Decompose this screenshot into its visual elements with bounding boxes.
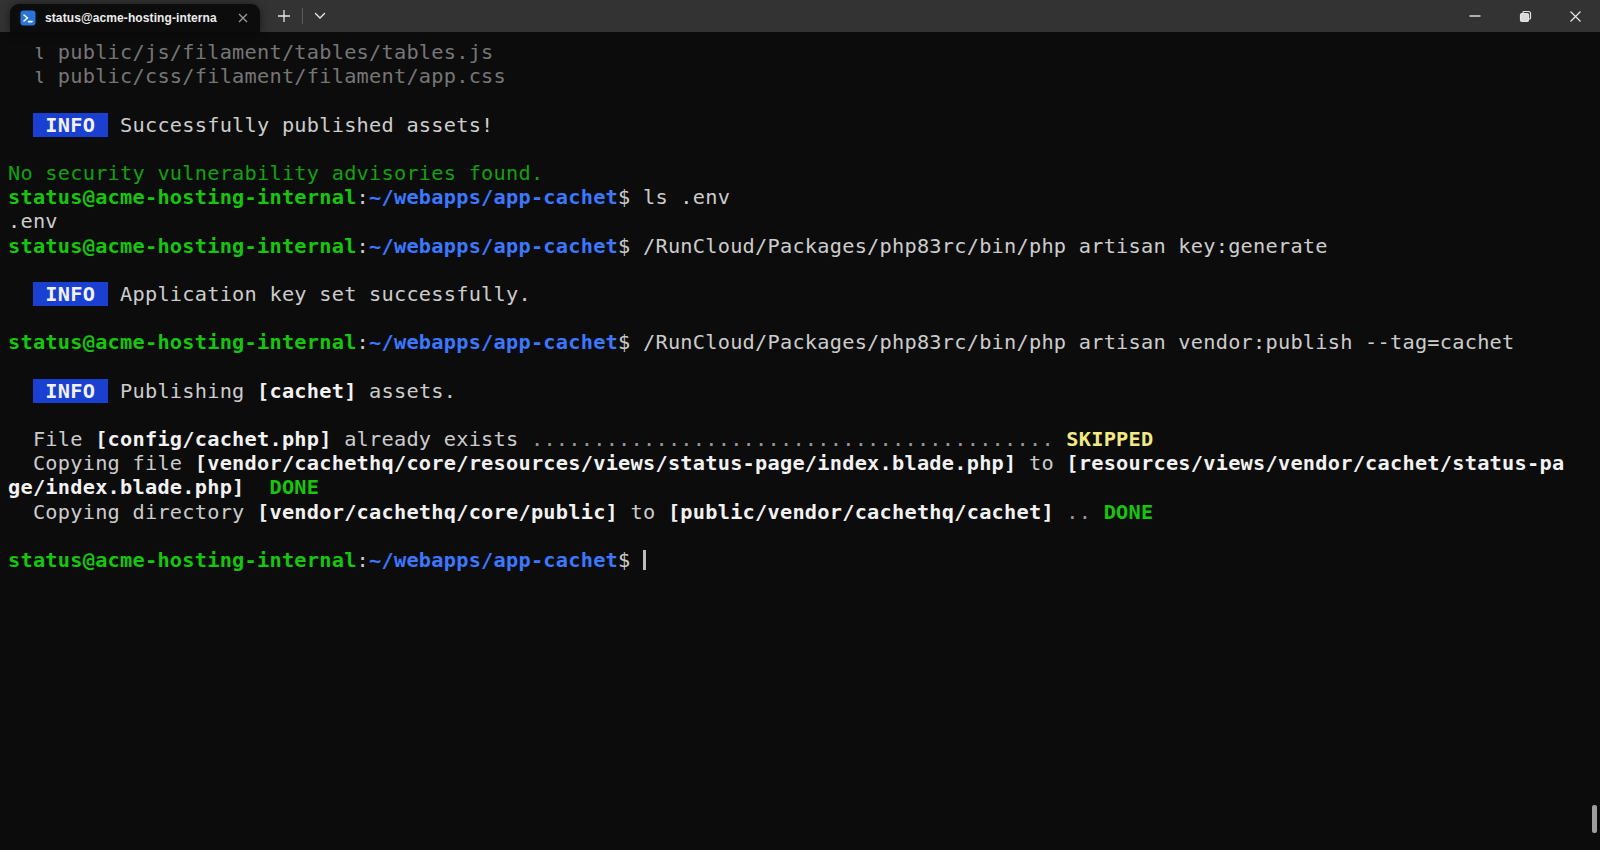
- info-badge: INFO: [33, 282, 108, 306]
- terminal-line: Copying file [vendor/cachethq/core/resou…: [8, 451, 1600, 475]
- terminal-text: $: [618, 548, 643, 572]
- tab-active[interactable]: status@acme-hosting-interna: [10, 4, 260, 32]
- terminal-text: [config/cachet.php]: [95, 427, 332, 451]
- terminal-text: [1054, 427, 1066, 451]
- titlebar: status@acme-hosting-interna: [0, 0, 1600, 32]
- terminal-line: status@acme-hosting-internal:~/webapps/a…: [8, 548, 1600, 572]
- terminal-text: [resources/views/vendor/cachet/status-pa: [1066, 451, 1564, 475]
- terminal-line: ge/index.blade.php] DONE: [8, 475, 1600, 499]
- terminal-text: [8, 113, 33, 137]
- terminal-line: INFO Publishing [cachet] assets.: [8, 379, 1600, 403]
- terminal-text: [1091, 500, 1103, 524]
- terminal-text: ~/webapps/app-cachet: [369, 548, 618, 572]
- terminal-text: :: [357, 548, 369, 572]
- terminal-text: No security vulnerability advisories fou…: [8, 161, 543, 185]
- info-badge: INFO: [33, 379, 108, 403]
- terminal-text: Copying directory: [8, 500, 257, 524]
- terminal-text: Publishing: [108, 379, 257, 403]
- terminal-text: [8, 379, 33, 403]
- terminal-line: INFO Successfully published assets!: [8, 113, 1600, 137]
- terminal-text: status@acme-hosting-internal: [8, 185, 357, 209]
- info-badge: INFO: [33, 113, 108, 137]
- terminal-text: ι public/js/filament/tables/tables.js: [8, 40, 494, 64]
- terminal-text: $ /RunCloud/Packages/php83rc/bin/php art…: [618, 234, 1328, 258]
- terminal-text: [vendor/cachethq/core/public]: [257, 500, 618, 524]
- terminal-line: [8, 354, 1600, 378]
- tab-close-icon[interactable]: [232, 7, 254, 29]
- terminal-line: [8, 524, 1600, 548]
- terminal-line: File [config/cachet.php] already exists …: [8, 427, 1600, 451]
- terminal-text: ........................................…: [531, 427, 1054, 451]
- terminal-line: status@acme-hosting-internal:~/webapps/a…: [8, 234, 1600, 258]
- terminal-text: [public/vendor/cachethq/cachet]: [668, 500, 1054, 524]
- terminal-text: $ ls .env: [618, 185, 730, 209]
- terminal-text: :: [357, 330, 369, 354]
- terminal-line: Copying directory [vendor/cachethq/core/…: [8, 500, 1600, 524]
- terminal-line: status@acme-hosting-internal:~/webapps/a…: [8, 330, 1600, 354]
- terminal-text: ~/webapps/app-cachet: [369, 234, 618, 258]
- terminal-line: ι public/css/filament/filament/app.css: [8, 64, 1600, 88]
- terminal-text: :: [357, 185, 369, 209]
- terminal-line: [8, 88, 1600, 112]
- terminal-text: ~/webapps/app-cachet: [369, 185, 618, 209]
- terminal-text: ι public/css/filament/filament/app.css: [8, 64, 506, 88]
- terminal-text: [8, 282, 33, 306]
- minimize-button[interactable]: [1450, 0, 1500, 32]
- terminal-text: Copying file: [8, 451, 195, 475]
- terminal-text: SKIPPED: [1066, 427, 1153, 451]
- terminal-text: .env: [8, 209, 58, 233]
- terminal-text: Successfully published assets!: [108, 113, 494, 137]
- terminal-text: Application key set successfully.: [108, 282, 531, 306]
- terminal-icon: [20, 10, 36, 26]
- terminal-text: ge/index.blade.php]: [8, 475, 245, 499]
- terminal-text: [245, 475, 270, 499]
- tab-title: status@acme-hosting-interna: [45, 11, 232, 25]
- maximize-button[interactable]: [1500, 0, 1550, 32]
- terminal-text: DONE: [1104, 500, 1154, 524]
- text-cursor: [643, 550, 646, 570]
- terminal-line: status@acme-hosting-internal:~/webapps/a…: [8, 185, 1600, 209]
- terminal-line: [8, 403, 1600, 427]
- terminal-text: already exists: [332, 427, 531, 451]
- terminal-line: .env: [8, 209, 1600, 233]
- terminal-text: :: [357, 234, 369, 258]
- terminal-line: No security vulnerability advisories fou…: [8, 161, 1600, 185]
- terminal-text: ..: [1066, 500, 1091, 524]
- terminal-line: ι public/js/filament/tables/tables.js: [8, 40, 1600, 64]
- terminal-text: status@acme-hosting-internal: [8, 330, 357, 354]
- terminal-text: assets.: [357, 379, 457, 403]
- terminal-line: [8, 258, 1600, 282]
- terminal-text: DONE: [269, 475, 319, 499]
- terminal-text: [1054, 500, 1066, 524]
- terminal-text: [cachet]: [257, 379, 357, 403]
- terminal-output[interactable]: ι public/js/filament/tables/tables.js ι …: [0, 32, 1600, 572]
- terminal-text: to: [1017, 451, 1067, 475]
- terminal-text: [vendor/cachethq/core/resources/views/st…: [195, 451, 1017, 475]
- close-button[interactable]: [1550, 0, 1600, 32]
- terminal-text: ~/webapps/app-cachet: [369, 330, 618, 354]
- new-tab-button[interactable]: [266, 0, 302, 32]
- tab-dropdown-button[interactable]: [303, 0, 337, 32]
- terminal-line: [8, 137, 1600, 161]
- terminal-line: [8, 306, 1600, 330]
- terminal-line: INFO Application key set successfully.: [8, 282, 1600, 306]
- terminal-text: status@acme-hosting-internal: [8, 548, 357, 572]
- scrollbar-thumb[interactable]: [1592, 805, 1597, 833]
- terminal-text: $ /RunCloud/Packages/php83rc/bin/php art…: [618, 330, 1514, 354]
- terminal-text: to: [618, 500, 668, 524]
- terminal-text: status@acme-hosting-internal: [8, 234, 357, 258]
- terminal-text: File: [8, 427, 95, 451]
